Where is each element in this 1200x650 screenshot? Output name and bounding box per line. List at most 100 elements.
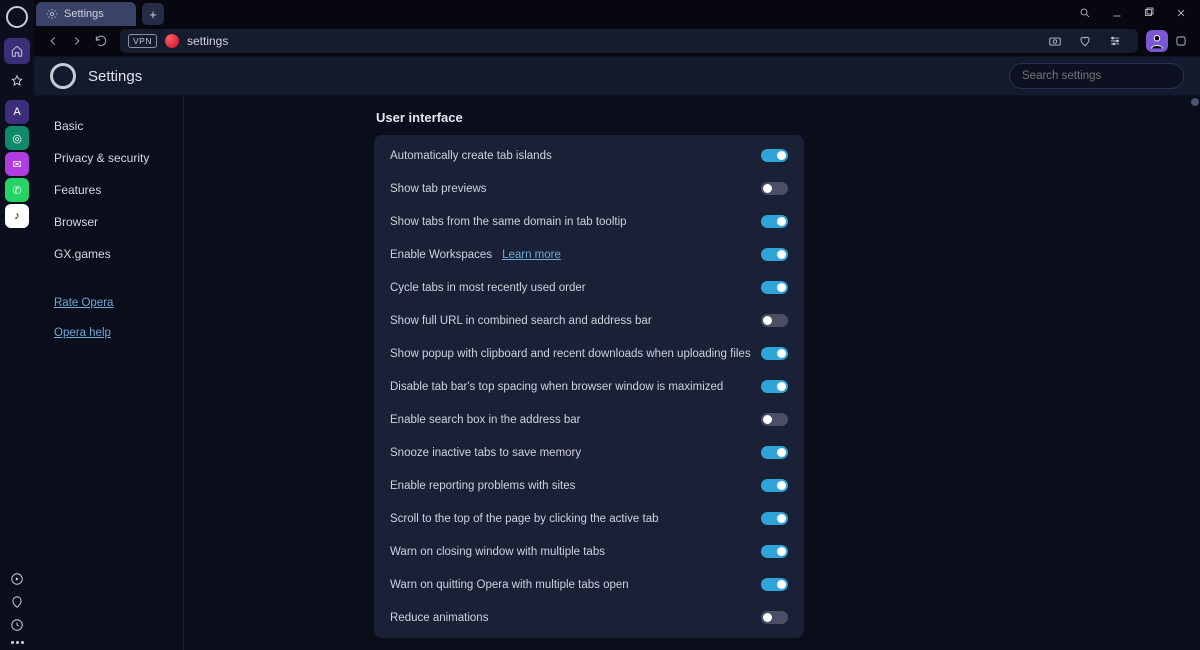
new-tab-button[interactable]: +	[142, 3, 164, 25]
setting-label: Cycle tabs in most recently used order	[390, 282, 586, 294]
search-global-button[interactable]	[1078, 6, 1092, 20]
setting-row: Show full URL in combined search and add…	[374, 304, 804, 337]
toggle[interactable]	[761, 215, 788, 228]
toggle[interactable]	[761, 380, 788, 393]
toolbar: VPN settings	[34, 26, 1200, 56]
setting-label: Disable tab bar's top spacing when brows…	[390, 381, 723, 393]
settings-page: User interface Automatically create tab i…	[184, 96, 1200, 650]
extensions-button[interactable]	[1170, 30, 1192, 52]
setting-row: Show popup with clipboard and recent dow…	[374, 337, 804, 370]
settings-search[interactable]	[1009, 63, 1184, 89]
messenger-app-icon[interactable]: ✉	[5, 152, 29, 176]
history-button[interactable]	[10, 618, 24, 635]
pinboard-button[interactable]	[10, 595, 24, 612]
toggle[interactable]	[761, 182, 788, 195]
close-button[interactable]	[1174, 6, 1188, 20]
setting-label: Enable search box in the address bar	[390, 414, 581, 426]
gear-icon	[46, 8, 58, 20]
aria-app-icon[interactable]: A	[5, 100, 29, 124]
nav-link-opera-help[interactable]: Opera help	[54, 322, 173, 344]
forward-button[interactable]	[66, 30, 88, 52]
learn-more-link[interactable]: Learn more	[502, 249, 561, 261]
tab-settings[interactable]: Settings	[36, 2, 136, 26]
minimize-button[interactable]	[1110, 6, 1124, 20]
setting-label: Show tab previews	[390, 183, 487, 195]
setting-label: Enable reporting problems with sites	[390, 480, 575, 492]
snapshot-button[interactable]	[1046, 32, 1064, 50]
scrollbar[interactable]	[1190, 96, 1200, 650]
tiktok-app-icon[interactable]: ♪	[5, 204, 29, 228]
bookmarks-button[interactable]	[4, 68, 30, 94]
nav-item-browser[interactable]: Browser	[54, 210, 173, 234]
setting-label: Show tabs from the same domain in tab to…	[390, 216, 627, 228]
setting-label: Warn on closing window with multiple tab…	[390, 546, 605, 558]
app-sidebar: A◎✉✆♪	[0, 0, 34, 650]
opera-logo-icon	[6, 6, 28, 28]
setting-label: Snooze inactive tabs to save memory	[390, 447, 581, 459]
settings-search-input[interactable]	[1020, 69, 1178, 83]
toggle[interactable]	[761, 545, 788, 558]
nav-item-privacy-security[interactable]: Privacy & security	[54, 146, 173, 170]
setting-row: Warn on quitting Opera with multiple tab…	[374, 568, 804, 601]
player-button[interactable]	[10, 572, 24, 589]
page-title: Settings	[88, 68, 142, 85]
toggle[interactable]	[761, 578, 788, 591]
toggle[interactable]	[761, 281, 788, 294]
setting-row: Reduce animations	[374, 601, 804, 634]
reload-button[interactable]	[90, 30, 112, 52]
settings-nav: Basic Privacy & security Features Browser GX…	[34, 96, 184, 650]
setting-label: Show popup with clipboard and recent dow…	[390, 348, 751, 360]
setting-label: Warn on quitting Opera with multiple tab…	[390, 579, 629, 591]
setting-row: Disable tab bar's top spacing when brows…	[374, 370, 804, 403]
nav-link-rate-opera[interactable]: Rate Opera	[54, 292, 173, 314]
setting-label: Enable Workspaces	[390, 249, 492, 261]
whatsapp-app-icon[interactable]: ✆	[5, 178, 29, 202]
tab-label: Settings	[64, 8, 104, 20]
section-title: User interface	[376, 110, 804, 125]
nav-item-basic[interactable]: Basic	[54, 114, 173, 138]
maximize-button[interactable]	[1142, 6, 1156, 20]
settings-card: Automatically create tab islands Show tab…	[374, 135, 804, 638]
setting-row: Automatically create tab islands	[374, 139, 804, 172]
chatgpt-app-icon[interactable]: ◎	[5, 126, 29, 150]
setting-row: Show tabs from the same domain in tab to…	[374, 205, 804, 238]
easy-setup-button[interactable]	[1106, 32, 1124, 50]
setting-label: Show full URL in combined search and add…	[390, 315, 652, 327]
setting-label: Automatically create tab islands	[390, 150, 552, 162]
setting-row: Enable Workspaces Learn more	[374, 238, 804, 271]
setting-row: Show tab previews	[374, 172, 804, 205]
address-bar[interactable]: VPN settings	[120, 29, 1138, 53]
vpn-badge[interactable]: VPN	[128, 34, 157, 48]
toggle[interactable]	[761, 479, 788, 492]
toggle[interactable]	[761, 512, 788, 525]
setting-row: Enable search box in the address bar	[374, 403, 804, 436]
setting-row: Warn on closing window with multiple tab…	[374, 535, 804, 568]
back-button[interactable]	[42, 30, 64, 52]
opera-logo-icon	[50, 63, 76, 89]
opera-favicon	[165, 34, 179, 48]
toggle[interactable]	[761, 347, 788, 360]
toggle[interactable]	[761, 446, 788, 459]
tab-bar: Settings +	[34, 0, 1200, 26]
setting-row: Snooze inactive tabs to save memory	[374, 436, 804, 469]
toggle[interactable]	[761, 314, 788, 327]
nav-item-gx-games[interactable]: GX.games	[54, 242, 173, 266]
setting-row: Scroll to the top of the page by clickin…	[374, 502, 804, 535]
toggle[interactable]	[761, 611, 788, 624]
home-workspace-button[interactable]	[4, 38, 30, 64]
nav-item-features[interactable]: Features	[54, 178, 173, 202]
scrollbar-thumb[interactable]	[1191, 98, 1199, 106]
toggle[interactable]	[761, 248, 788, 261]
window-controls	[1078, 0, 1200, 26]
settings-header: Settings	[34, 56, 1200, 96]
heart-button[interactable]	[1076, 32, 1094, 50]
toggle[interactable]	[761, 413, 788, 426]
more-icon[interactable]	[11, 641, 24, 644]
profile-button[interactable]	[1146, 30, 1168, 52]
setting-row: Enable reporting problems with sites	[374, 469, 804, 502]
setting-label: Scroll to the top of the page by clickin…	[390, 513, 659, 525]
toggle[interactable]	[761, 149, 788, 162]
url-text: settings	[187, 34, 228, 48]
setting-row: Cycle tabs in most recently used order	[374, 271, 804, 304]
setting-label: Reduce animations	[390, 612, 488, 624]
